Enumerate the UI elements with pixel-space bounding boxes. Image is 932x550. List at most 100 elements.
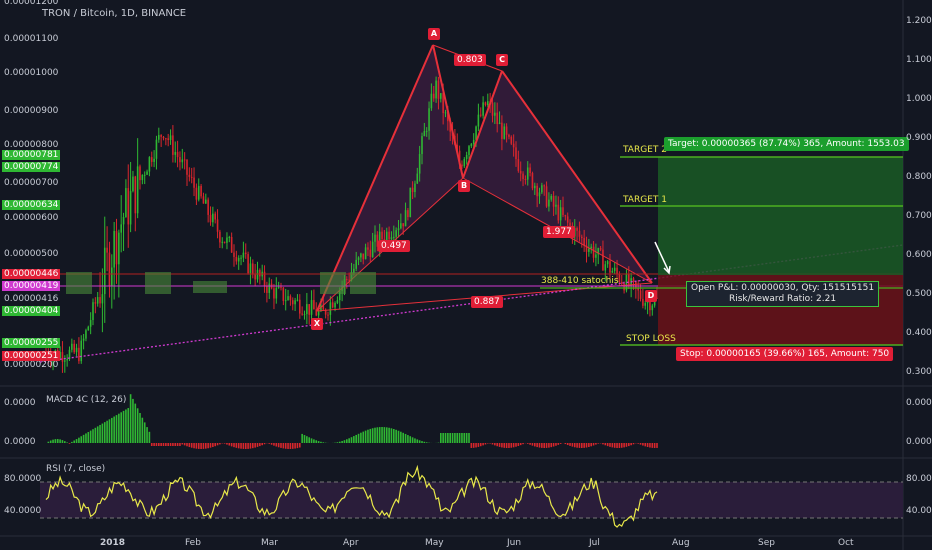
macd-bar [515, 443, 517, 447]
macd-bar [240, 443, 242, 449]
pnl-line-2: Risk/Reward Ratio: 2.21 [728, 294, 837, 304]
macd-bar [364, 430, 367, 443]
macd-bar [167, 443, 169, 446]
candle-body [113, 230, 115, 268]
macd-bar [642, 443, 644, 446]
candle-body [628, 274, 630, 286]
candle-body [266, 286, 268, 293]
macd-bar [353, 436, 355, 443]
macd-bar [618, 443, 621, 448]
macd-bar [522, 443, 524, 445]
candle-body [118, 232, 120, 265]
macd-bar [571, 443, 574, 447]
candle-body [176, 151, 179, 158]
pane-axis-label: 0.0000 [906, 437, 932, 447]
candle-body [233, 252, 235, 257]
demand-box [320, 272, 346, 294]
pnl-line-1: Open P&L: 0.00000030, Qty: 151515151 [691, 283, 875, 293]
macd-bar [644, 443, 647, 447]
macd-bar [423, 441, 426, 443]
candle-body [578, 230, 581, 237]
candle-body [299, 299, 301, 314]
left-axis-label: 0.00001200 [4, 0, 59, 7]
right-axis-label: 0.9000 [906, 133, 932, 143]
candle-body [616, 267, 618, 275]
candle-body [529, 167, 531, 174]
macd-bar [317, 441, 320, 443]
macd-bar [254, 443, 256, 448]
macd-bar [576, 443, 578, 448]
macd-bar [162, 443, 165, 446]
candle-body [548, 199, 550, 207]
candle-body [287, 296, 289, 301]
macd-bar [315, 440, 318, 443]
candle-body [390, 237, 393, 240]
candle-body [247, 254, 249, 274]
candle-body [590, 246, 592, 249]
macd-bar [505, 443, 508, 448]
macd-bar [56, 439, 59, 443]
candle-body [501, 122, 503, 139]
candle-body [106, 247, 108, 253]
macd-bar [322, 442, 325, 443]
macd-bar [127, 408, 130, 443]
candle-body [216, 219, 219, 232]
macd-bar [402, 432, 404, 443]
demand-box [193, 281, 227, 293]
macd-bar [543, 443, 545, 448]
macd-bar [479, 443, 482, 447]
candle-body [632, 278, 635, 282]
macd-bar [129, 394, 132, 443]
macd-bar [176, 443, 179, 446]
candle-body [576, 227, 578, 231]
candle-body [334, 302, 336, 308]
candle-body [289, 296, 292, 301]
macd-bar [148, 431, 151, 443]
macd-bar [320, 441, 322, 443]
candle-body [244, 252, 247, 255]
candle-body [200, 185, 202, 197]
candle-body [503, 126, 506, 139]
candle-body [155, 139, 158, 159]
candle-body [498, 122, 501, 125]
macd-bar [465, 433, 468, 443]
macd-bar [616, 443, 618, 448]
candle-body [606, 261, 609, 265]
macd-bar [252, 443, 254, 449]
candle-body [444, 112, 447, 114]
macd-bar [569, 443, 571, 446]
candle-body [73, 343, 75, 353]
candle-body [416, 173, 419, 184]
candle-body [531, 173, 534, 189]
macd-bar [503, 443, 506, 448]
candle-body [78, 347, 80, 362]
candle-body [237, 257, 240, 262]
candle-body [423, 131, 426, 137]
macd-bar [155, 443, 158, 446]
candle-body [440, 93, 442, 99]
macd-bar [186, 443, 188, 447]
candle-body [522, 173, 524, 179]
macd-bar [498, 443, 501, 447]
demand-box [350, 272, 376, 294]
macd-bar [85, 433, 87, 443]
candle-body [190, 176, 193, 178]
candle-body [644, 303, 647, 306]
candle-body [393, 236, 395, 238]
candle-body [165, 138, 167, 140]
macd-bar [289, 443, 292, 449]
candle-body [538, 192, 541, 197]
candle-body [71, 343, 73, 350]
candle-body [437, 80, 440, 99]
macd-bar [404, 433, 407, 443]
pane-axis-label: 40.0000 [4, 506, 42, 516]
candle-body [221, 241, 224, 243]
macd-bar [367, 429, 369, 443]
point-x-label: X [311, 318, 323, 330]
macd-bar [477, 443, 480, 447]
candle-body [541, 185, 543, 193]
candle-body [235, 256, 238, 262]
candle-body [581, 236, 583, 239]
candle-body [355, 259, 357, 269]
candle-body [143, 174, 146, 176]
